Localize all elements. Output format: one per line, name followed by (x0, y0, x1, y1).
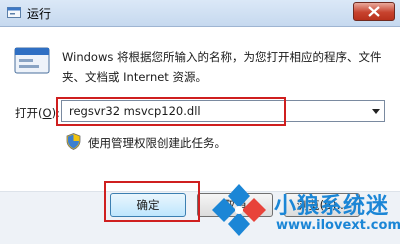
close-icon (368, 6, 380, 17)
title-bar[interactable]: 运行 (0, 0, 400, 27)
admin-note: 使用管理权限创建此任务。 (88, 136, 226, 150)
watermark-url: www.ilovext.com (276, 218, 400, 233)
ok-highlight-box (104, 181, 200, 222)
watermark-logo-icon (212, 184, 266, 236)
run-icon (7, 7, 21, 18)
close-button[interactable] (353, 2, 395, 21)
watermark-name: 小狼系统迷 (274, 194, 390, 219)
input-highlight-box (56, 97, 286, 126)
shield-icon (66, 133, 81, 150)
watermark: 小狼系统迷 www.ilovext.com (208, 182, 400, 240)
window-title: 运行 (27, 7, 52, 21)
open-label: 打开(O): (15, 106, 60, 120)
chevron-down-icon[interactable] (372, 109, 380, 114)
dialog-description: Windows 将根据您所输入的名称，为您打开相应的程序、文件夹、文档或 Int… (62, 50, 382, 84)
run-program-icon (14, 47, 50, 74)
